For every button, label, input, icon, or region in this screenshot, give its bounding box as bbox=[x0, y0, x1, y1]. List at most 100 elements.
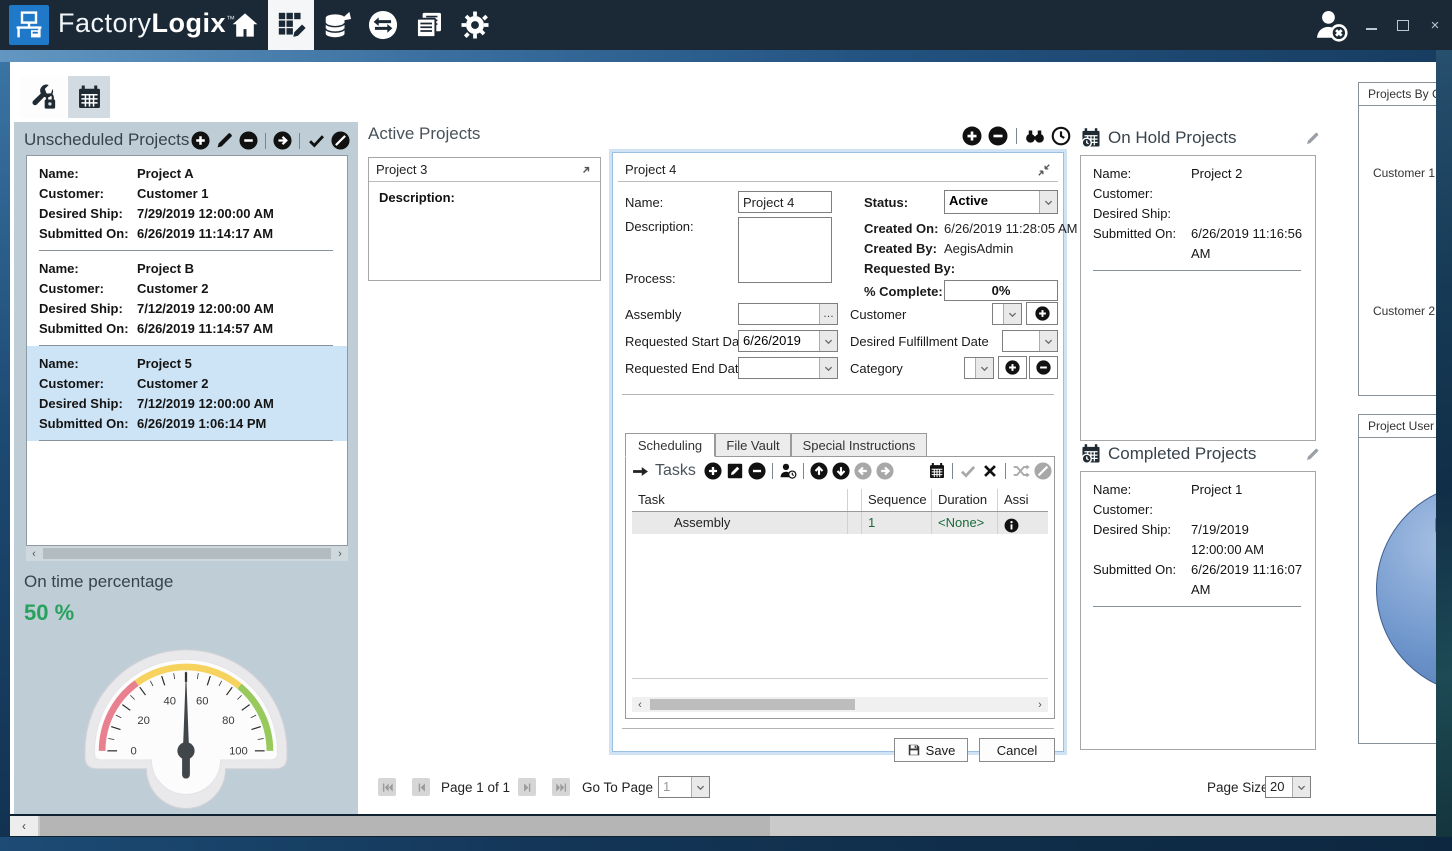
desired-fulfillment-label: Desired Fulfillment Date bbox=[850, 334, 989, 349]
cancel-circle-icon[interactable] bbox=[1034, 462, 1052, 480]
task-row[interactable]: Assembly 1 <None> bbox=[632, 512, 1048, 534]
tab-admin-tools[interactable] bbox=[20, 76, 66, 118]
remove-category-button[interactable] bbox=[1029, 356, 1058, 379]
move-down-icon[interactable] bbox=[832, 462, 850, 480]
edit-pencil-icon[interactable] bbox=[1305, 447, 1320, 462]
project-user-chart: C bbox=[1358, 438, 1437, 744]
maximize-button[interactable] bbox=[1394, 16, 1412, 34]
page-size-label: Page Size bbox=[1207, 780, 1269, 795]
edit-project-icon[interactable] bbox=[215, 131, 234, 150]
tab-file-vault[interactable]: File Vault bbox=[715, 433, 791, 457]
desired-fulfillment-select[interactable] bbox=[1002, 330, 1058, 352]
list-item[interactable]: Name:Project 2 Customer: Desired Ship: S… bbox=[1081, 156, 1315, 271]
nav-sync[interactable] bbox=[360, 0, 406, 50]
wrench-lock-icon bbox=[30, 84, 57, 111]
add-customer-button[interactable] bbox=[1026, 302, 1058, 325]
unscheduled-toolbar bbox=[191, 131, 350, 150]
list-item[interactable]: Name:Project B Customer:Customer 2 Desir… bbox=[27, 251, 347, 346]
project-card-collapsed[interactable]: Project 3 Description: bbox=[368, 157, 601, 281]
edit-pencil-icon[interactable] bbox=[1305, 131, 1320, 146]
name-input[interactable] bbox=[738, 191, 832, 213]
scrollbar-thumb[interactable] bbox=[40, 816, 770, 836]
projects-by-customer-chart: Customer 1 Customer 2 0 bbox=[1358, 106, 1437, 396]
tab-scheduling-calendar[interactable] bbox=[68, 76, 110, 118]
remove-project-icon[interactable] bbox=[239, 131, 258, 150]
assign-resource-icon[interactable] bbox=[779, 462, 797, 480]
main-content: Unscheduled Projects Name:Project A Cust… bbox=[10, 62, 1437, 814]
process-label: Process: bbox=[625, 271, 676, 286]
schedule-project-icon[interactable] bbox=[273, 131, 292, 150]
chevron-down-icon bbox=[1043, 336, 1054, 347]
requested-end-select[interactable] bbox=[738, 357, 838, 379]
requested-start-select[interactable]: 6/26/2019 bbox=[738, 330, 838, 352]
last-page-button[interactable] bbox=[552, 778, 570, 796]
first-page-button[interactable] bbox=[378, 778, 396, 796]
assembly-input[interactable]: … bbox=[738, 303, 838, 325]
app-logo bbox=[9, 5, 49, 45]
status-select[interactable]: Active bbox=[944, 190, 1058, 214]
move-left-icon[interactable] bbox=[854, 462, 872, 480]
remove-active-icon[interactable] bbox=[988, 126, 1008, 146]
list-item[interactable]: Name:Project A Customer:Customer 1 Desir… bbox=[27, 156, 347, 251]
edit-task-icon[interactable] bbox=[726, 462, 744, 480]
project-user-panel: Project User C bbox=[1358, 414, 1437, 744]
next-page-button[interactable] bbox=[518, 778, 536, 796]
tab-special-instructions[interactable]: Special Instructions bbox=[791, 433, 927, 457]
add-project-icon[interactable] bbox=[191, 131, 210, 150]
collapse-icon[interactable] bbox=[1037, 163, 1051, 177]
remove-task-icon[interactable] bbox=[748, 462, 766, 480]
minimize-button[interactable] bbox=[1362, 16, 1380, 34]
tasks-hscrollbar[interactable]: ‹› bbox=[632, 697, 1048, 712]
add-active-icon[interactable] bbox=[962, 126, 982, 146]
list-item[interactable]: Name:Project 1 Customer: Desired Ship:7/… bbox=[1081, 472, 1315, 607]
accept-icon[interactable] bbox=[307, 131, 326, 150]
add-category-button[interactable] bbox=[998, 356, 1027, 379]
add-task-icon[interactable] bbox=[704, 462, 722, 480]
unscheduled-hscrollbar[interactable]: ‹› bbox=[26, 546, 348, 561]
nav-settings[interactable] bbox=[452, 0, 498, 50]
nav-scheduling[interactable] bbox=[268, 0, 314, 50]
tasks-title: Tasks bbox=[655, 462, 696, 480]
window-hscrollbar[interactable]: ‹ bbox=[10, 816, 1442, 836]
main-nav bbox=[222, 0, 498, 50]
confirm-icon[interactable] bbox=[959, 462, 977, 480]
titlebar: FactoryLogix™ × bbox=[0, 0, 1452, 50]
tasks-toolbar: Tasks bbox=[632, 462, 1052, 480]
calendar-clock-icon bbox=[1080, 127, 1102, 149]
customer-label: Customer bbox=[850, 307, 906, 322]
logout-user-icon[interactable] bbox=[1314, 8, 1348, 42]
gauge-title: On time percentage bbox=[24, 572, 173, 592]
description-textarea[interactable] bbox=[738, 217, 832, 283]
project3-description-label: Description: bbox=[369, 182, 600, 213]
reject-icon[interactable] bbox=[331, 131, 350, 150]
delete-icon[interactable] bbox=[981, 462, 999, 480]
copy-schedule-icon[interactable] bbox=[928, 462, 946, 480]
nav-home[interactable] bbox=[222, 0, 268, 50]
move-up-icon[interactable] bbox=[810, 462, 828, 480]
nav-release[interactable] bbox=[314, 0, 360, 50]
category-select[interactable] bbox=[964, 357, 994, 379]
nav-documents[interactable] bbox=[406, 0, 452, 50]
history-clock-icon[interactable] bbox=[1051, 126, 1071, 146]
move-right-icon[interactable] bbox=[876, 462, 894, 480]
projects-by-customer-title: Projects By C bbox=[1358, 82, 1437, 106]
shuffle-icon[interactable] bbox=[1012, 462, 1030, 480]
goto-page-select[interactable]: 1 bbox=[658, 776, 710, 798]
close-button[interactable]: × bbox=[1426, 16, 1444, 34]
list-item-selected[interactable]: Name:Project 5 Customer:Customer 2 Desir… bbox=[27, 346, 347, 441]
window-frame-right bbox=[1436, 50, 1452, 851]
project-detail-card: Project 4 Name: Description: Process: St… bbox=[612, 152, 1064, 752]
save-button[interactable]: Save bbox=[894, 738, 968, 762]
assembly-browse-button[interactable]: … bbox=[819, 304, 837, 324]
search-binoculars-icon[interactable] bbox=[1025, 126, 1045, 146]
cancel-button[interactable]: Cancel bbox=[979, 738, 1055, 762]
created-by-value: AegisAdmin bbox=[944, 241, 1013, 256]
page-size-select[interactable]: 20 bbox=[1265, 776, 1311, 798]
expand-icon[interactable] bbox=[579, 163, 593, 177]
customer-select[interactable] bbox=[992, 303, 1022, 325]
tab-scheduling[interactable]: Scheduling bbox=[625, 433, 715, 457]
chevron-down-icon bbox=[1043, 197, 1054, 208]
prev-page-button[interactable] bbox=[412, 778, 430, 796]
info-icon[interactable] bbox=[1004, 518, 1019, 533]
scroll-left-button[interactable]: ‹ bbox=[10, 816, 38, 836]
